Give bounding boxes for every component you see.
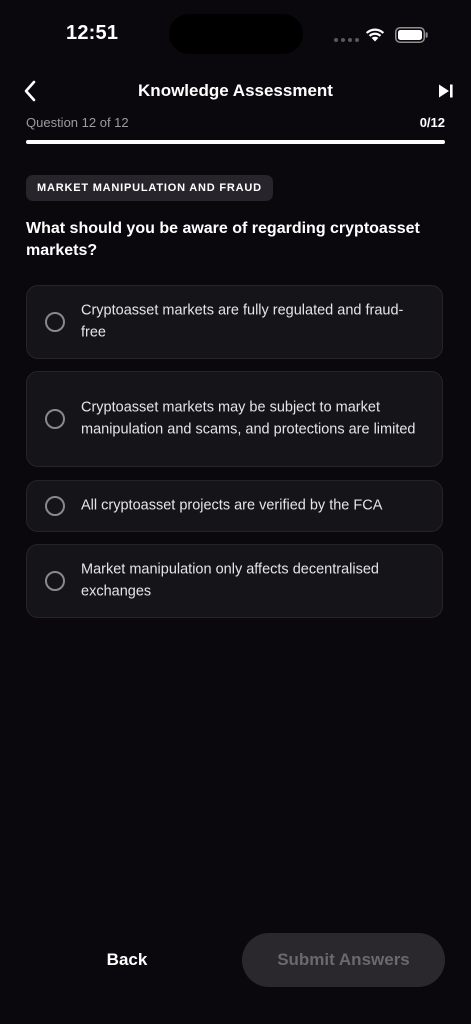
header: Knowledge Assessment	[0, 74, 471, 108]
dynamic-island	[169, 14, 303, 54]
status-bar: 12:51	[0, 0, 471, 70]
answer-option-4[interactable]: Market manipulation only affects decentr…	[26, 544, 443, 618]
wifi-icon	[365, 28, 385, 42]
answer-option-2[interactable]: Cryptoasset markets may be subject to ma…	[26, 371, 443, 467]
answer-option-text: All cryptoasset projects are verified by…	[81, 497, 383, 514]
progress-row: Question 12 of 12 0/12	[26, 115, 445, 131]
answer-option-text: Market manipulation only affects decentr…	[81, 561, 379, 600]
battery-icon	[395, 27, 428, 43]
radio-button[interactable]	[45, 409, 65, 429]
progress-bar	[26, 140, 445, 144]
answer-option-text: Cryptoasset markets are fully regulated …	[81, 302, 404, 341]
status-time: 12:51	[66, 22, 119, 44]
radio-button[interactable]	[45, 496, 65, 516]
radio-button[interactable]	[45, 571, 65, 591]
page-title: Knowledge Assessment	[138, 81, 333, 100]
back-button[interactable]: Back	[26, 933, 228, 987]
submit-answers-button[interactable]: Submit Answers	[242, 933, 445, 987]
answer-option-3[interactable]: All cryptoasset projects are verified by…	[26, 480, 443, 532]
category-badge: MARKET MANIPULATION AND FRAUD	[26, 175, 273, 201]
radio-button[interactable]	[45, 312, 65, 332]
question-text: What should you be aware of regarding cr…	[26, 220, 420, 259]
progress-count: 0/12	[419, 115, 445, 130]
answer-option-text: Cryptoasset markets may be subject to ma…	[81, 399, 416, 438]
signal-icon	[334, 38, 359, 42]
answer-option-1[interactable]: Cryptoasset markets are fully regulated …	[26, 285, 443, 359]
skip-forward-icon[interactable]	[438, 83, 454, 99]
progress-label: Question 12 of 12	[26, 115, 129, 130]
